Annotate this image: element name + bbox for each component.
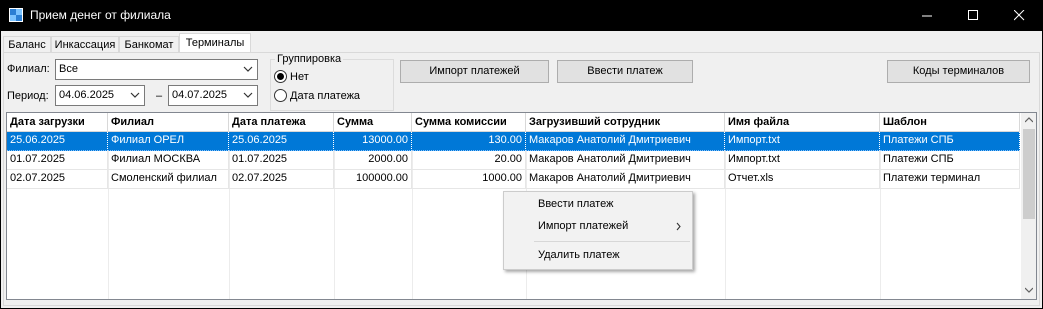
- date-to-value: 04.07.2025: [172, 89, 228, 101]
- column-header-upload-date[interactable]: Дата загрузки: [7, 113, 108, 132]
- column-header-commission[interactable]: Сумма комиссии: [412, 113, 526, 132]
- cell-template: Платежи СПБ: [880, 132, 1020, 151]
- context-menu-import-payments[interactable]: Импорт платежей: [504, 216, 692, 237]
- context-menu-enter-payment[interactable]: Ввести платеж: [504, 194, 692, 215]
- close-button[interactable]: [997, 0, 1043, 31]
- cell-payment-date: 02.07.2025: [229, 170, 334, 189]
- window-title: Прием денег от филиала: [30, 8, 171, 22]
- context-menu-item-label: Удалить платеж: [538, 249, 620, 261]
- cell-file-name: Импорт.txt: [725, 151, 880, 170]
- grouping-none-radio[interactable]: Нет: [274, 70, 309, 83]
- column-header-employee[interactable]: Загрузивший сотрудник: [526, 113, 725, 132]
- cell-amount: 2000.00: [334, 151, 412, 170]
- cell-commission: 1000.00: [412, 170, 526, 189]
- radio-unchecked-icon: [274, 89, 287, 102]
- date-from-value: 04.06.2025: [59, 89, 115, 101]
- date-to-picker[interactable]: 04.07.2025: [168, 85, 258, 106]
- context-menu: Ввести платеж Импорт платежей Удалить пл…: [503, 191, 693, 270]
- branch-value: Все: [59, 63, 78, 75]
- column-header-amount[interactable]: Сумма: [334, 113, 412, 132]
- app-grid-icon: [9, 8, 23, 22]
- branch-combo[interactable]: Все: [55, 59, 258, 80]
- import-payments-button[interactable]: Импорт платежей: [400, 60, 549, 83]
- chevron-down-icon: [130, 92, 140, 98]
- cell-payment-date: 01.07.2025: [229, 151, 334, 170]
- radio-checked-icon: [274, 70, 287, 83]
- column-header-payment-date[interactable]: Дата платежа: [229, 113, 334, 132]
- cell-upload-date: 01.07.2025: [7, 151, 108, 170]
- cell-amount: 100000.00: [334, 170, 412, 189]
- column-header-file-name[interactable]: Имя файла: [725, 113, 880, 132]
- cell-file-name: Импорт.txt: [725, 132, 880, 151]
- close-icon: [1014, 10, 1025, 21]
- cell-branch: Филиал МОСКВА: [108, 151, 229, 170]
- grouping-payment-date-label: Дата платежа: [290, 89, 361, 102]
- cell-branch: Смоленский филиал: [108, 170, 229, 189]
- app-window: Прием денег от филиала Баланс Инкассация…: [0, 0, 1043, 309]
- enter-payment-button[interactable]: Ввести платеж: [557, 60, 693, 83]
- scrollbar-thumb[interactable]: [1023, 129, 1035, 219]
- cell-template: Платежи терминал: [880, 170, 1020, 189]
- cell-employee: Макаров Анатолий Дмитриевич: [526, 151, 725, 170]
- minimize-button[interactable]: [905, 0, 951, 31]
- date-from-picker[interactable]: 04.06.2025: [55, 85, 145, 106]
- grouping-title: Группировка: [275, 53, 344, 65]
- column-header-branch[interactable]: Филиал: [108, 113, 229, 132]
- chevron-down-icon: [243, 66, 253, 72]
- context-menu-delete-payment[interactable]: Удалить платеж: [504, 245, 692, 266]
- cell-upload-date: 25.06.2025: [7, 132, 108, 151]
- column-header-template[interactable]: Шаблон: [880, 113, 1020, 132]
- vertical-scrollbar[interactable]: [1021, 113, 1036, 299]
- grouping-groupbox: [270, 59, 394, 111]
- grouping-payment-date-radio[interactable]: Дата платежа: [274, 89, 360, 102]
- scroll-up-icon[interactable]: [1025, 117, 1033, 123]
- cell-file-name: Отчет.xls: [725, 170, 880, 189]
- context-menu-item-label: Импорт платежей: [538, 220, 629, 232]
- maximize-button[interactable]: [951, 0, 997, 31]
- terminal-codes-button[interactable]: Коды терминалов: [887, 60, 1030, 83]
- period-label: Период:: [7, 90, 49, 102]
- context-menu-item-label: Ввести платеж: [538, 198, 614, 210]
- cell-upload-date: 02.07.2025: [7, 170, 108, 189]
- branch-label: Филиал:: [7, 63, 50, 75]
- title-bar[interactable]: Прием денег от филиала: [0, 0, 1043, 31]
- maximize-icon: [968, 10, 978, 20]
- cell-employee: Макаров Анатолий Дмитриевич: [526, 132, 725, 151]
- cell-commission: 20.00: [412, 151, 526, 170]
- table-header: Дата загрузки Филиал Дата платежа Сумма …: [7, 113, 1020, 132]
- tab-terminals[interactable]: Терминалы: [179, 33, 251, 54]
- table-row[interactable]: 01.07.2025 Филиал МОСКВА 01.07.2025 2000…: [7, 151, 1020, 170]
- cell-branch: Филиал ОРЕЛ: [108, 132, 229, 151]
- table-row[interactable]: 25.06.2025 Филиал ОРЕЛ 25.06.2025 13000.…: [7, 132, 1020, 151]
- table-row[interactable]: 02.07.2025 Смоленский филиал 02.07.2025 …: [7, 170, 1020, 189]
- chevron-right-icon: [676, 222, 681, 231]
- scroll-down-icon[interactable]: [1025, 287, 1033, 293]
- cell-amount: 13000.00: [334, 132, 412, 151]
- minimize-icon: [922, 15, 932, 17]
- date-separator: –: [156, 90, 163, 102]
- chevron-down-icon: [243, 92, 253, 98]
- cell-template: Платежи СПБ: [880, 151, 1020, 170]
- grouping-none-label: Нет: [290, 70, 309, 83]
- cell-payment-date: 25.06.2025: [229, 132, 334, 151]
- context-menu-separator: [534, 241, 690, 242]
- cell-commission: 130.00: [412, 132, 526, 151]
- cell-employee: Макаров Анатолий Дмитриевич: [526, 170, 725, 189]
